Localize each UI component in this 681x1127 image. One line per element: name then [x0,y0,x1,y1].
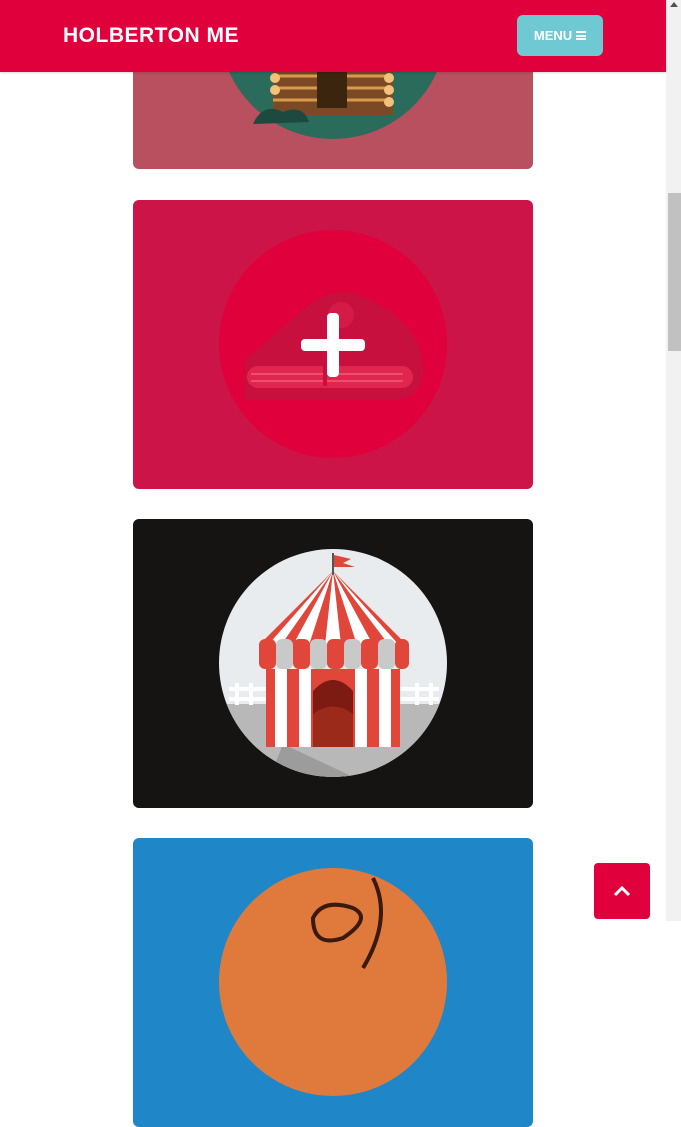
back-to-top-button[interactable] [594,863,650,919]
submarine-illustration [219,230,447,458]
circus-tent-illustration [219,549,447,777]
portfolio-card-submarine[interactable] [133,200,533,489]
portfolio-card-circus-tent[interactable] [133,519,533,808]
scrollbar[interactable] [666,0,681,921]
hamburger-icon [576,31,587,40]
portfolio-card-basketball[interactable] [133,838,533,1127]
menu-button[interactable]: MENU [517,15,603,56]
scrollbar-thumb[interactable] [668,193,681,351]
chevron-up-icon [613,885,631,897]
scroll-up-arrow-icon[interactable] [670,2,678,7]
site-brand[interactable]: HOLBERTON ME [63,24,239,48]
menu-button-label: MENU [533,28,573,43]
basketball-illustration [219,868,447,1096]
site-header: HOLBERTON ME MENU [0,0,666,72]
